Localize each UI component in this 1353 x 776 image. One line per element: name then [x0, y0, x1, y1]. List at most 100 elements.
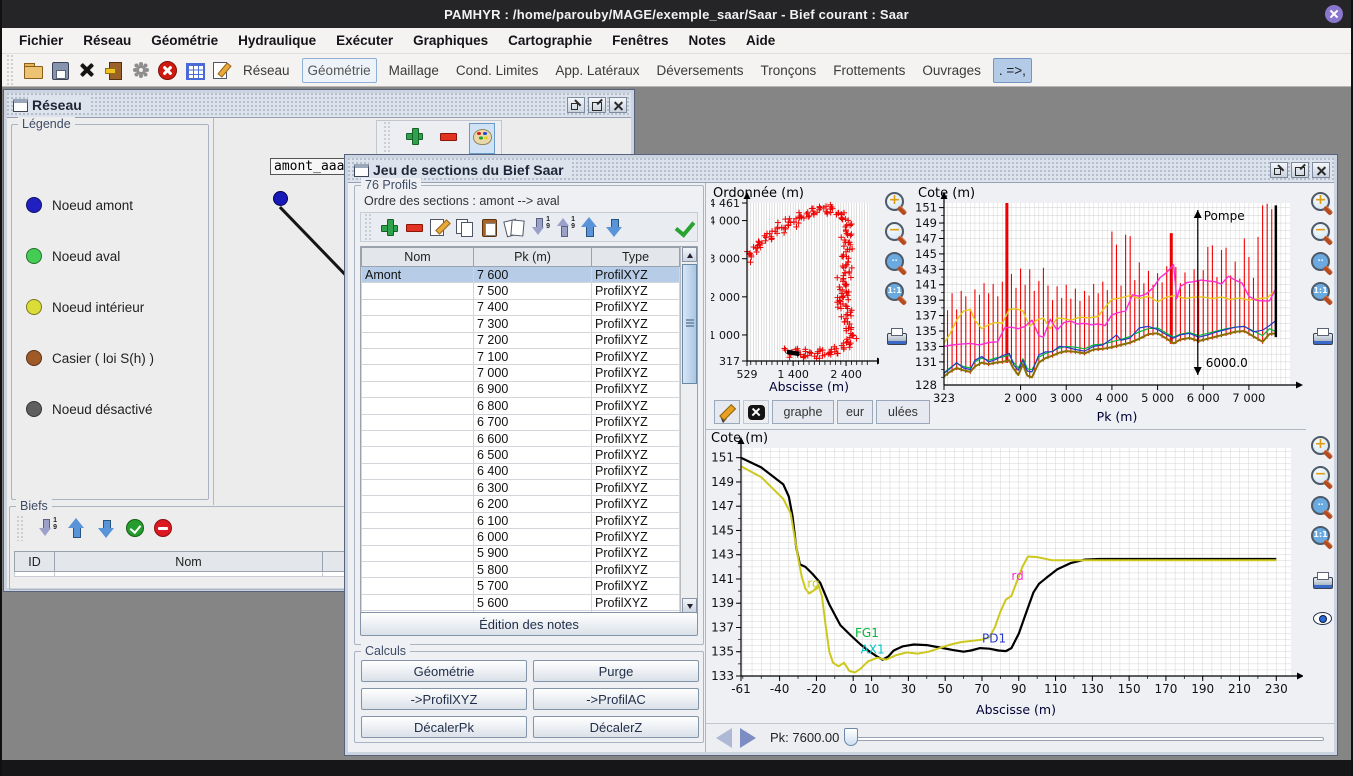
profil-row[interactable]: 7 100ProfilXYZ [362, 348, 680, 364]
biefs-col-Nom[interactable]: Nom [55, 552, 323, 572]
profils-col[interactable]: Nom [362, 248, 474, 267]
profils-col[interactable]: Pk (m) [474, 248, 592, 267]
toolbar-button-ouvrages[interactable]: Ouvrages [917, 59, 986, 82]
profil-row[interactable]: 6 200ProfilXYZ [362, 496, 680, 512]
scroll-down-icon[interactable] [682, 598, 697, 613]
zoom-fit-icon[interactable]: ∙∙ [1310, 495, 1334, 519]
sort-asc-icon[interactable]: 19 [554, 217, 574, 237]
disable-minus-icon[interactable] [154, 519, 172, 537]
enable-check-icon[interactable] [126, 519, 144, 537]
edit-notes-button[interactable]: Édition des notes [360, 612, 698, 636]
menu-executer[interactable]: Exécuter [327, 30, 402, 51]
tab-eur[interactable]: eur [837, 400, 873, 424]
open-folder-icon[interactable] [23, 60, 43, 80]
import-door-icon[interactable] [104, 60, 124, 80]
visibility-eye-icon[interactable] [1312, 607, 1332, 627]
profil-row[interactable]: 7 200ProfilXYZ [362, 332, 680, 348]
upstream-node[interactable] [273, 191, 288, 206]
zoom-in-icon[interactable]: + [1310, 191, 1334, 215]
toolbar-button-maillage[interactable]: Maillage [384, 59, 444, 82]
menu-reseau[interactable]: Réseau [74, 30, 140, 51]
move-down-icon[interactable] [604, 217, 624, 237]
toolbar-button-geometrie[interactable]: Géométrie [302, 58, 377, 83]
menu-fichier[interactable]: Fichier [10, 30, 72, 51]
zoom-out-icon[interactable]: − [1310, 465, 1334, 489]
profil-row[interactable]: 6 100ProfilXYZ [362, 512, 680, 528]
biefs-col-ID[interactable]: ID [15, 552, 55, 572]
apply-icon[interactable] [674, 217, 694, 237]
close-icon[interactable] [609, 97, 627, 113]
zoom-1-1-icon[interactable]: 1:1 [884, 281, 908, 305]
maximize-icon[interactable] [1291, 162, 1309, 178]
zoom-fit-icon[interactable]: ∙∙ [1310, 251, 1334, 275]
profils-col[interactable]: Type [592, 248, 680, 267]
menu-geometrie[interactable]: Géométrie [142, 30, 227, 51]
calc-button-dcalerpk[interactable]: DécalerPk [361, 716, 527, 738]
stop-icon[interactable] [158, 61, 177, 80]
print-icon[interactable] [1312, 325, 1332, 345]
move-up-icon[interactable] [579, 217, 599, 237]
profil-row[interactable]: 7 400ProfilXYZ [362, 299, 680, 315]
calc-button-dcalerz[interactable]: DécalerZ [533, 716, 699, 738]
profils-table-scrollbar[interactable] [680, 247, 697, 613]
next-section-icon[interactable] [740, 728, 756, 748]
reseau-window-titlebar[interactable]: Réseau [7, 93, 631, 118]
save-icon[interactable] [50, 60, 70, 80]
profil-row[interactable]: 7 300ProfilXYZ [362, 316, 680, 332]
profil-row[interactable]: 6 500ProfilXYZ [362, 447, 680, 463]
toolbar-button-[interactable]: . =>, [993, 58, 1032, 83]
scrollbar-thumb[interactable] [682, 264, 697, 384]
settings-gear-icon[interactable] [131, 60, 151, 80]
pk-slider-track[interactable] [846, 737, 1324, 741]
palette-button[interactable] [469, 123, 495, 154]
minimize-icon[interactable] [1270, 162, 1288, 178]
menu-aide[interactable]: Aide [737, 30, 784, 51]
sort-desc-icon[interactable]: 19 [529, 217, 549, 237]
edit-icon[interactable] [429, 217, 449, 237]
add-icon[interactable] [379, 217, 399, 237]
print-icon[interactable] [886, 325, 906, 345]
menu-graphiques[interactable]: Graphiques [404, 30, 497, 51]
profil-row[interactable]: 6 700ProfilXYZ [362, 414, 680, 430]
close-x-icon[interactable] [77, 60, 97, 80]
toolbar-button-reseau[interactable]: Réseau [238, 59, 295, 82]
copy-icon[interactable] [454, 217, 474, 237]
profil-row[interactable]: 5 900ProfilXYZ [362, 545, 680, 561]
plan-plot[interactable]: 5291 4002 4004 4614 0003 0002 0001 00031… [711, 185, 879, 397]
sections-window-titlebar[interactable]: Jeu de sections du Bief Saar [348, 158, 1334, 183]
profil-row[interactable]: 6 000ProfilXYZ [362, 529, 680, 545]
toolbar-button-condlimites[interactable]: Cond. Limites [451, 59, 544, 82]
menu-notes[interactable]: Notes [679, 30, 735, 51]
profil-row[interactable]: 6 900ProfilXYZ [362, 381, 680, 397]
profil-row[interactable]: 7 500ProfilXYZ [362, 283, 680, 299]
calc-button-profilxyz[interactable]: ->ProfilXYZ [361, 688, 527, 710]
zoom-out-icon[interactable]: − [1310, 221, 1334, 245]
profil-row[interactable]: 6 300ProfilXYZ [362, 480, 680, 496]
zoom-in-icon[interactable]: + [884, 191, 908, 215]
reach-edge[interactable] [279, 206, 348, 278]
edit-pencil-button[interactable] [714, 400, 740, 424]
paste-icon[interactable] [479, 217, 499, 237]
toolbar-grip[interactable] [16, 515, 24, 541]
remove-node-button[interactable] [435, 123, 461, 154]
clear-button[interactable] [743, 400, 769, 424]
notes-icon[interactable] [211, 60, 231, 80]
maximize-icon[interactable] [588, 97, 606, 113]
toolbar-button-frottements[interactable]: Frottements [828, 59, 910, 82]
toolbar-button-troncons[interactable]: Tronçons [756, 59, 822, 82]
tab-ulees[interactable]: ulées [876, 400, 930, 424]
minimize-icon[interactable] [567, 97, 585, 113]
profil-row[interactable]: 5 800ProfilXYZ [362, 562, 680, 578]
window-close-button[interactable] [1325, 5, 1343, 23]
duplicate-icon[interactable] [504, 217, 524, 237]
profil-row[interactable]: 6 800ProfilXYZ [362, 398, 680, 414]
previous-section-icon[interactable] [716, 728, 732, 748]
toolbar-grip[interactable] [6, 54, 14, 86]
profil-row[interactable]: 5 700ProfilXYZ [362, 578, 680, 594]
move-down-icon[interactable] [96, 518, 116, 538]
toolbar-grip[interactable] [383, 121, 391, 155]
print-icon[interactable] [1312, 569, 1332, 589]
toolbar-button-deversements[interactable]: Déversements [651, 59, 748, 82]
calc-button-gomtrie[interactable]: Géométrie [361, 660, 527, 682]
zoom-1-1-icon[interactable]: 1:1 [1310, 281, 1334, 305]
